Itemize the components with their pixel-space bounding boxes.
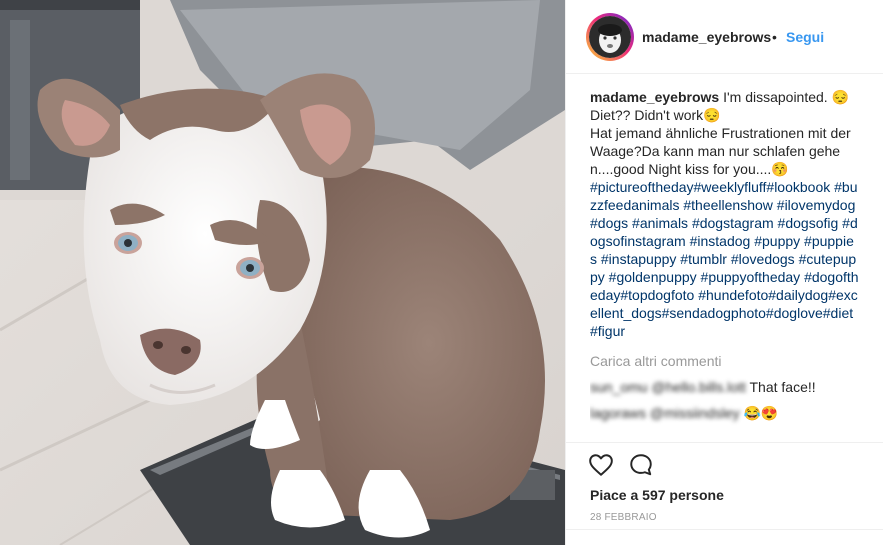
post-photo[interactable]	[0, 0, 565, 545]
follow-button[interactable]: Segui	[786, 29, 824, 45]
like-button[interactable]	[588, 452, 614, 478]
dog-photo-image	[0, 0, 565, 545]
comments-section: madame_eyebrows I'm dissapointed. 😔 Diet…	[590, 88, 860, 442]
header-username[interactable]: madame_eyebrows	[642, 29, 771, 45]
caption-hashtags[interactable]: #pictureoftheday#weeklyfluff#lookbook #b…	[590, 179, 859, 339]
post-header: madame_eyebrows • Segui	[566, 0, 883, 74]
comment-bubble-icon	[630, 454, 652, 476]
load-more-comments-button[interactable]: Carica altri commenti	[590, 352, 860, 370]
comment-button[interactable]	[628, 452, 654, 478]
comment-username[interactable]: lagoraws	[590, 405, 646, 421]
comment-item: lagoraws @missiindsley 😂😍	[590, 404, 860, 422]
comment-mention[interactable]: @missiindsley	[650, 405, 740, 421]
comment-text: That face!!	[749, 379, 816, 395]
header-separator: •	[772, 29, 777, 45]
comment-text: 😂😍	[743, 405, 779, 421]
caption-username[interactable]: madame_eyebrows	[590, 89, 719, 105]
avatar-image	[589, 16, 631, 58]
comment-username[interactable]: sun_omu	[590, 379, 648, 395]
comment-item: sun_omu @hello.bills.lott That face!!	[590, 378, 860, 396]
post-side-panel: madame_eyebrows • Segui madame_eyebrows …	[565, 0, 883, 545]
avatar[interactable]	[589, 16, 631, 58]
caption: madame_eyebrows I'm dissapointed. 😔 Diet…	[590, 88, 860, 340]
comment-mention[interactable]: @hello.bills.lott	[651, 379, 745, 395]
heart-icon	[589, 454, 613, 476]
likes-count[interactable]: Piace a 597 persone	[590, 487, 724, 503]
post-date[interactable]: 28 FEBBRAIO	[590, 512, 657, 523]
story-ring[interactable]	[586, 13, 634, 61]
footer-divider	[566, 529, 883, 530]
actions-divider	[566, 442, 883, 443]
